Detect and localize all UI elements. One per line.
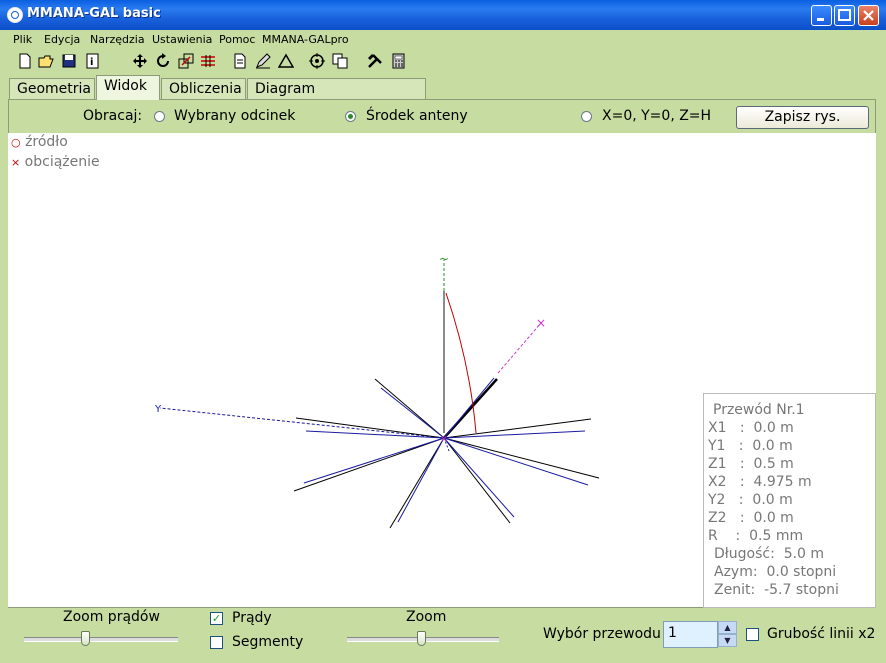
line-width-checkbox[interactable]	[746, 628, 759, 641]
resize-icon[interactable]	[178, 53, 194, 69]
wire-select-down-button[interactable]: ▼	[718, 634, 737, 647]
legend-load-label: obciążenie	[24, 154, 100, 170]
tab-diagram-kierunkowosci[interactable]: Diagram kierunkowości	[247, 78, 426, 117]
tab-obliczenia[interactable]: Obliczenia	[161, 78, 246, 99]
currents-checkbox[interactable]: ✓	[210, 612, 223, 625]
segments-label[interactable]: Segmenty	[232, 634, 303, 650]
zoom-currents-slider[interactable]	[81, 631, 90, 646]
wire-info-z2: Z2 : 0.0 m	[708, 510, 794, 526]
source-circle-icon: ○	[11, 136, 21, 149]
zoom-currents-label: Zoom prądów	[63, 609, 160, 625]
radial-wire-blue	[443, 430, 586, 439]
wires-icon[interactable]	[200, 53, 216, 69]
y-axis-label: Y	[154, 404, 162, 415]
wire-info-length: Długość: 5.0 m	[714, 546, 825, 562]
move-icon[interactable]	[132, 53, 148, 69]
segments-checkbox[interactable]	[210, 636, 223, 649]
window-title: MMANA-GAL basic	[27, 6, 161, 21]
wire-info-y2: Y2 : 0.0 m	[708, 492, 793, 508]
rotate-label: Obracaj:	[83, 108, 143, 124]
menu-mmana-galpro[interactable]: MMANA-GALpro	[262, 33, 349, 46]
currents-label[interactable]: Prądy	[232, 610, 272, 626]
radial-wire-black	[443, 437, 511, 524]
radio-origin[interactable]	[581, 111, 592, 122]
radio-antenna-center[interactable]	[345, 111, 356, 122]
copy-icon[interactable]	[332, 53, 348, 69]
minimize-icon	[817, 18, 824, 21]
radio-selected-segment-label[interactable]: Wybrany odcinek	[174, 108, 295, 124]
wire-info-box: Przewód Nr.1 X1 : 0.0 m Y1 : 0.0 m Z1 : …	[703, 393, 876, 608]
radial-wire-black	[443, 437, 600, 479]
app-icon[interactable]	[7, 7, 23, 23]
target-icon[interactable]	[309, 53, 325, 69]
legend-source-label: źródło	[25, 134, 68, 150]
tab-widok[interactable]: Widok	[96, 75, 160, 100]
wire-info-x1: X1 : 0.0 m	[708, 420, 794, 436]
new-icon[interactable]	[17, 53, 33, 69]
wire-info-z1: Z1 : 0.5 m	[708, 456, 794, 472]
tab-geometria[interactable]: Geometria	[9, 78, 95, 99]
wire-info-title: Przewód Nr.1	[713, 402, 805, 418]
wire-info-y1: Y1 : 0.0 m	[708, 438, 793, 454]
save-icon[interactable]	[61, 53, 77, 69]
menu-ustawienia[interactable]: Ustawienia	[152, 33, 212, 46]
toolbar: i	[0, 49, 886, 75]
zoom-currents-track[interactable]	[24, 637, 178, 642]
close-button[interactable]	[858, 5, 879, 26]
open-icon[interactable]	[38, 53, 54, 69]
menu-edycja[interactable]: Edycja	[44, 33, 80, 46]
pen-icon[interactable]	[255, 53, 271, 69]
radio-selected-segment[interactable]	[154, 111, 165, 122]
wire-select-input[interactable]: 1	[663, 621, 718, 648]
x-axis-end-marker: ×	[536, 316, 546, 330]
wire-info-x2: X2 : 4.975 m	[708, 474, 812, 490]
app-window: MMANA-GAL basic Plik Edycja Narzędzia Us…	[0, 0, 886, 663]
radio-antenna-center-label[interactable]: Środek anteny	[366, 108, 468, 124]
zoom-slider[interactable]	[417, 631, 426, 646]
x-axis	[497, 322, 542, 374]
document-icon[interactable]	[232, 53, 248, 69]
load-cross-icon: ×	[11, 156, 21, 169]
zoom-label: Zoom	[406, 609, 447, 625]
radial-wire-blue	[305, 430, 445, 439]
wire-select-up-button[interactable]: ▲	[718, 621, 737, 634]
maximize-button[interactable]	[834, 5, 855, 26]
z-axis-label: ~	[439, 252, 449, 266]
svg-text:i: i	[90, 57, 93, 68]
source-marker: ×	[440, 434, 448, 445]
triangle-icon[interactable]	[278, 53, 294, 69]
wire-blue-overlay	[443, 377, 495, 439]
menu-plik[interactable]: Plik	[13, 33, 32, 46]
wire-select-label: Wybór przewodu	[543, 626, 661, 642]
info-icon[interactable]: i	[85, 53, 101, 69]
radial-wire-black	[293, 437, 445, 492]
wire-info-azimuth: Azym: 0.0 stopni	[714, 564, 837, 580]
menu-pomoc[interactable]: Pomoc	[219, 33, 255, 46]
minimize-button[interactable]	[811, 5, 832, 26]
radio-origin-label[interactable]: X=0, Y=0, Z=H	[602, 108, 711, 124]
menu-narzedzia[interactable]: Narzędzia	[90, 33, 145, 46]
y-axis	[159, 407, 445, 439]
menu-bar: Plik Edycja Narzędzia Ustawienia Pomoc M…	[0, 30, 886, 49]
wire-info-zenith: Zenit: -5.7 stopni	[714, 582, 839, 598]
line-width-label[interactable]: Grubość linii x2	[767, 626, 875, 642]
radial-wire-blue	[443, 437, 589, 486]
current-curve	[445, 292, 477, 434]
radial-wire-black	[443, 418, 592, 439]
calculator-icon[interactable]	[391, 53, 407, 69]
close-icon	[863, 10, 874, 21]
legend-source: ○ źródło	[11, 134, 68, 150]
tools-icon[interactable]	[367, 53, 383, 69]
maximize-icon	[838, 9, 851, 21]
save-drawing-button[interactable]: Zapisz rys.	[736, 106, 869, 129]
tab-bar: Geometria Widok Obliczenia Diagram kieru…	[0, 75, 886, 117]
radial-wire-black	[389, 437, 445, 529]
wire-info-r: R : 0.5 mm	[708, 528, 804, 544]
title-bar[interactable]: MMANA-GAL basic	[0, 0, 886, 30]
legend-load: × obciążenie	[11, 154, 100, 170]
rotate-icon[interactable]	[155, 53, 171, 69]
